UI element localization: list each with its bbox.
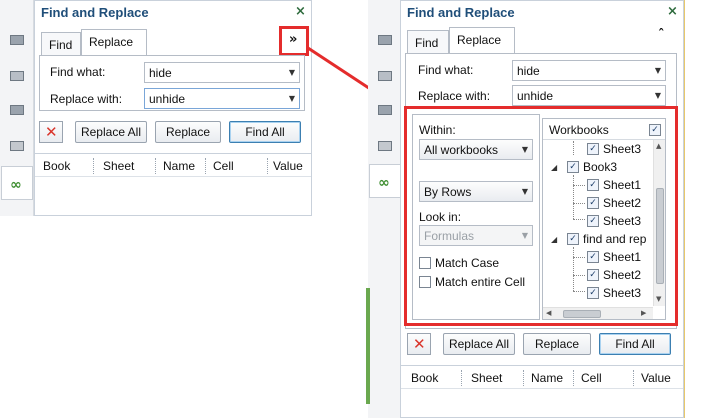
replace-tab-body: Find what: hide ▼ Replace with: unhide ▼: [39, 55, 305, 111]
replace-all-button[interactable]: Replace All: [75, 121, 147, 143]
column-value[interactable]: Value: [641, 371, 671, 385]
layers-icon[interactable]: [375, 102, 395, 118]
highlight-box-options: [404, 106, 678, 326]
window-edge: [684, 0, 685, 418]
tab-find[interactable]: Find: [41, 32, 81, 56]
clear-button[interactable]: ✕: [407, 333, 431, 355]
tab-replace[interactable]: Replace: [449, 27, 515, 54]
tab-replace[interactable]: Replace: [81, 29, 147, 56]
find-what-value: hide: [517, 64, 540, 78]
resize-grip[interactable]: [366, 288, 370, 404]
column-sheet[interactable]: Sheet: [471, 371, 502, 385]
column-sheet[interactable]: Sheet: [103, 159, 134, 173]
tab-find[interactable]: Find: [407, 30, 449, 54]
find-what-label: Find what:: [418, 63, 474, 77]
column-value[interactable]: Value: [273, 159, 303, 173]
replace-with-input[interactable]: unhide ▼: [512, 85, 666, 106]
panel-title: Find and Replace: [407, 5, 515, 20]
clear-button[interactable]: ✕: [39, 121, 63, 143]
red-x-icon: ✕: [45, 123, 58, 141]
replace-with-value: unhide: [149, 92, 186, 106]
results-header: Book Sheet Name Cell Value: [35, 153, 311, 177]
replace-with-value: unhide: [517, 89, 554, 103]
red-x-icon: ✕: [413, 335, 426, 353]
sheet-icon[interactable]: [375, 32, 395, 48]
formula-icon[interactable]: [375, 68, 395, 84]
column-cell[interactable]: Cell: [581, 371, 602, 385]
dropdown-arrow-icon[interactable]: ▼: [655, 91, 661, 100]
sheet-icon[interactable]: [7, 32, 27, 48]
left-sidebar-strip: ∞: [0, 0, 34, 216]
right-sidebar-strip: ∞: [366, 0, 402, 418]
panel-title: Find and Replace: [41, 5, 149, 20]
dropdown-arrow-icon[interactable]: ▼: [289, 94, 295, 103]
find-what-input[interactable]: hide ▼: [144, 62, 300, 83]
table-icon[interactable]: [7, 138, 27, 154]
replace-button[interactable]: Replace: [523, 333, 591, 355]
find-what-input[interactable]: hide ▼: [512, 60, 666, 81]
formula-icon[interactable]: [7, 68, 27, 84]
find-what-value: hide: [149, 66, 172, 80]
find-replace-icon[interactable]: ∞: [1, 166, 33, 200]
find-all-button[interactable]: Find All: [229, 121, 301, 143]
replace-with-label: Replace with:: [418, 89, 491, 103]
find-replace-icon[interactable]: ∞: [369, 164, 401, 198]
replace-all-button[interactable]: Replace All: [443, 333, 515, 355]
column-book[interactable]: Book: [411, 371, 438, 385]
results-header: Book Sheet Name Cell Value: [401, 365, 683, 389]
dropdown-arrow-icon[interactable]: ▼: [655, 66, 661, 75]
double-chevron-up-icon: ˆ: [658, 28, 665, 43]
dropdown-arrow-icon[interactable]: ▼: [289, 68, 295, 77]
find-what-label: Find what:: [50, 65, 106, 79]
column-name[interactable]: Name: [531, 371, 563, 385]
table-icon[interactable]: [375, 138, 395, 154]
collapse-options-button[interactable]: ˆ: [651, 25, 677, 51]
find-replace-panel-left: Find and Replace × Find Replace » Find w…: [34, 0, 312, 216]
close-icon[interactable]: ×: [295, 4, 306, 19]
column-cell[interactable]: Cell: [213, 159, 234, 173]
replace-button[interactable]: Replace: [155, 121, 221, 143]
replace-with-input[interactable]: unhide ▼: [144, 88, 300, 109]
close-icon[interactable]: ×: [667, 4, 678, 19]
column-book[interactable]: Book: [43, 159, 70, 173]
layers-icon[interactable]: [7, 102, 27, 118]
find-all-button[interactable]: Find All: [599, 333, 671, 355]
replace-with-label: Replace with:: [50, 92, 123, 106]
column-name[interactable]: Name: [163, 159, 195, 173]
